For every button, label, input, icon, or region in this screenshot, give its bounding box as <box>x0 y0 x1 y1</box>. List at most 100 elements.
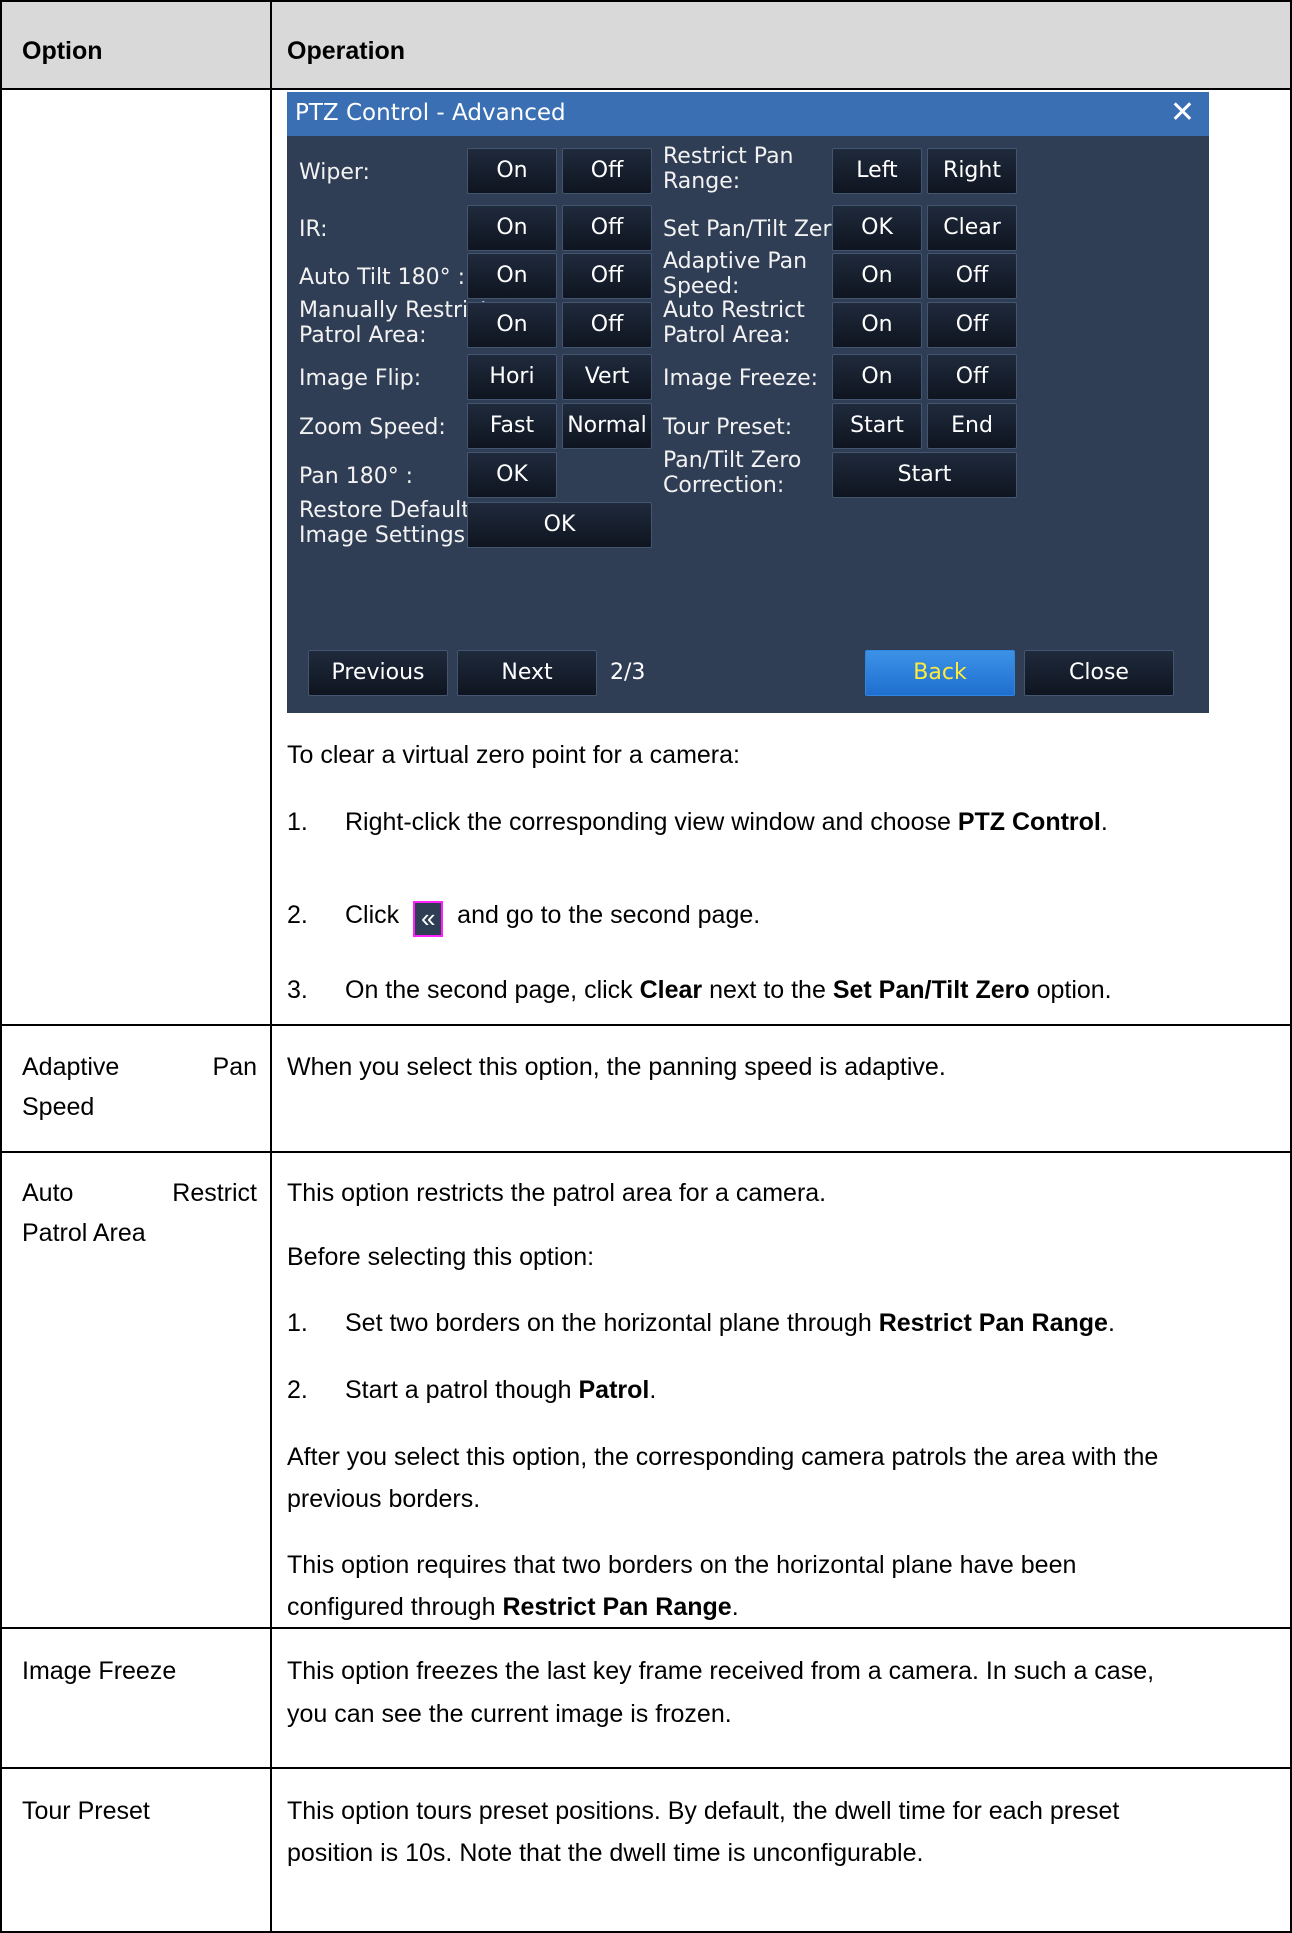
p4-bold: Restrict Pan Range <box>502 1593 732 1621</box>
on-button[interactable]: On <box>467 205 557 251</box>
row3-p2: Before selecting this option: <box>287 1243 595 1271</box>
ok-button[interactable]: OK <box>832 205 922 251</box>
row3-step-2: 2. Start a patrol though Patrol. <box>287 1375 656 1405</box>
right-label: Set Pan/Tilt Zero: <box>663 217 852 242</box>
off-button[interactable]: Off <box>927 354 1017 400</box>
close-button[interactable]: Close <box>1024 650 1174 696</box>
step-text: Start a patrol though <box>345 1376 579 1404</box>
hori-button[interactable]: Hori <box>467 354 557 400</box>
left-label: Pan 180° : <box>299 464 414 489</box>
end-button[interactable]: End <box>927 403 1017 449</box>
off-button[interactable]: Off <box>562 253 652 299</box>
ok-button[interactable]: OK <box>467 502 652 548</box>
row5-line1: This option tours preset positions. By d… <box>287 1797 1120 1825</box>
on-button[interactable]: On <box>832 354 922 400</box>
table-divider <box>0 1627 1292 1629</box>
table-divider <box>0 1024 1292 1026</box>
on-button[interactable]: On <box>832 302 922 348</box>
on-button[interactable]: On <box>832 253 922 299</box>
next-button[interactable]: Next <box>457 650 597 696</box>
option-word: Restrict <box>172 1179 257 1207</box>
table-border-left <box>0 0 2 1933</box>
row2-option-line1: Adaptive Pan <box>22 1052 257 1082</box>
row3-option-line1: Auto Restrict <box>22 1178 257 1208</box>
start-button[interactable]: Start <box>832 452 1017 498</box>
table-divider <box>0 1151 1292 1153</box>
off-button[interactable]: Off <box>562 302 652 348</box>
step-bold: Clear <box>639 976 703 1004</box>
option-word: Pan <box>212 1053 257 1081</box>
step-end: . <box>1107 1309 1115 1337</box>
normal-button[interactable]: Normal <box>562 403 652 449</box>
on-button[interactable]: On <box>467 253 557 299</box>
close-x-icon[interactable]: ✕ <box>1170 96 1195 130</box>
left-label: Image Settings: <box>299 523 473 548</box>
back-button[interactable]: Back <box>865 650 1015 696</box>
step-number: 2. <box>287 1376 308 1404</box>
row3-step-1: 1. Set two borders on the horizontal plan… <box>287 1308 1115 1338</box>
dialog-title: PTZ Control - Advanced <box>295 100 566 126</box>
off-button[interactable]: Off <box>562 148 652 194</box>
header-operation: Operation <box>287 37 406 65</box>
ok-button[interactable]: OK <box>467 452 557 498</box>
row3-p3-line2: previous borders. <box>287 1485 481 1513</box>
start-button[interactable]: Start <box>832 403 922 449</box>
step-bold: Patrol <box>578 1376 650 1404</box>
table-column-divider <box>270 0 272 1933</box>
row1-intro: To clear a virtual zero point for a came… <box>287 741 740 769</box>
left-label: Wiper: <box>299 160 370 185</box>
step-bold: Set Pan/Tilt Zero <box>832 976 1030 1004</box>
page-indicator: 2/3 <box>610 660 646 685</box>
p4-text: configured through <box>287 1593 503 1621</box>
row1-step-3: 3. On the second page, click Clear next t… <box>287 975 1112 1005</box>
right-label: Pan/Tilt Zero <box>663 448 802 473</box>
row1-step-1: 1. Right-click the corresponding view win… <box>287 807 1108 837</box>
off-button[interactable]: Off <box>927 302 1017 348</box>
right-label: Restrict Pan <box>663 144 794 169</box>
clear-button[interactable]: Clear <box>927 205 1017 251</box>
right-label: Image Freeze: <box>663 366 819 391</box>
left-label: Zoom Speed: <box>299 415 446 440</box>
off-button[interactable]: Off <box>562 205 652 251</box>
left-label: Manually Restrict <box>299 298 489 323</box>
step-bold: Restrict Pan Range <box>878 1309 1108 1337</box>
right-label: Correction: <box>663 473 785 498</box>
table-divider <box>0 1767 1292 1769</box>
off-button[interactable]: Off <box>927 253 1017 299</box>
step-end: . <box>649 1376 657 1404</box>
step-text: next to the <box>702 976 833 1004</box>
row1-step-2: 2. Click « and go to the second page. <box>287 900 760 937</box>
step-text: Click <box>345 901 400 929</box>
dialog-titlebar: PTZ Control - Advanced ✕ <box>287 92 1209 136</box>
step-text: Set two borders on the horizontal plane … <box>345 1309 879 1337</box>
fast-button[interactable]: Fast <box>467 403 557 449</box>
right-label: Auto Restrict <box>663 298 805 323</box>
row4-line1: This option freezes the last key frame r… <box>287 1657 1155 1685</box>
left-label: Auto Tilt 180° : <box>299 265 466 290</box>
ptz-control-dialog: PTZ Control - Advanced ✕ Wiper: On Off IR: O… <box>287 92 1209 713</box>
row3-option-line2: Patrol Area <box>22 1219 146 1247</box>
right-label: Range: <box>663 169 741 194</box>
option-word: Auto <box>22 1179 74 1207</box>
table-header-row <box>0 0 1292 88</box>
right-button[interactable]: Right <box>927 148 1017 194</box>
on-button[interactable]: On <box>467 148 557 194</box>
row3-p3-line1: After you select this option, the corres… <box>287 1443 1159 1471</box>
step-end: option. <box>1029 976 1112 1004</box>
step-number: 1. <box>287 1309 308 1337</box>
double-chevron-left-icon: « <box>413 901 444 937</box>
right-label: Adaptive Pan <box>663 249 808 274</box>
row3-p4-line2: configured through Restrict Pan Range. <box>287 1592 739 1622</box>
left-button[interactable]: Left <box>832 148 922 194</box>
on-button[interactable]: On <box>467 302 557 348</box>
row2-operation: When you select this option, the panning… <box>287 1053 946 1081</box>
header-option: Option <box>22 37 103 65</box>
step-text: Right-click the corresponding view windo… <box>345 808 958 836</box>
previous-button[interactable]: Previous <box>308 650 448 696</box>
p4-end: . <box>731 1593 739 1621</box>
left-label: Patrol Area: <box>299 323 427 348</box>
vert-button[interactable]: Vert <box>562 354 652 400</box>
row5-line2: position is 10s. Note that the dwell tim… <box>287 1839 924 1867</box>
step-end: and go to the second page. <box>457 901 761 929</box>
right-label: Patrol Area: <box>663 323 791 348</box>
